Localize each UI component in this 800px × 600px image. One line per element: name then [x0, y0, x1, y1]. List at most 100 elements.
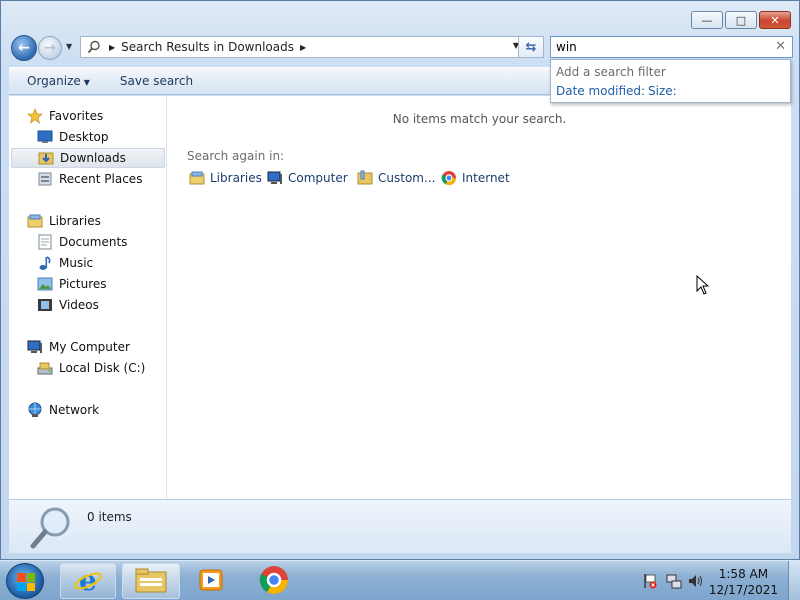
- action-center-flag-icon[interactable]: [642, 573, 658, 592]
- nav-label: Recent Places: [59, 172, 143, 186]
- search-again-custom[interactable]: Custom...: [357, 170, 435, 186]
- arrow-left-icon: ←: [18, 40, 30, 56]
- libraries-icon: [189, 170, 205, 186]
- nav-label: Documents: [59, 235, 128, 249]
- search-input[interactable]: win ✕: [550, 36, 793, 58]
- svg-text:e: e: [79, 565, 97, 595]
- chrome-icon: [259, 565, 289, 598]
- nav-label: Music: [59, 256, 94, 270]
- nav-recent-places[interactable]: Recent Places: [37, 169, 142, 189]
- show-desktop-button[interactable]: [788, 561, 800, 600]
- search-again-label: Search again in:: [187, 149, 285, 163]
- pictures-icon: [37, 276, 53, 292]
- windows-logo-icon: [17, 573, 35, 591]
- arrow-right-icon: →: [44, 40, 56, 56]
- navigation-pane[interactable]: Favorites Desktop Downloads Recent Place…: [9, 96, 167, 499]
- taskbar: e 1:58 AM 12/17/2021: [0, 560, 800, 600]
- nav-label: Network: [49, 403, 100, 417]
- filter-date-modified[interactable]: Date modified:: [556, 84, 645, 98]
- minimize-button[interactable]: —: [691, 11, 723, 29]
- address-bar[interactable]: ▶ Search Results in Downloads ▶ ▼: [80, 36, 524, 58]
- nav-label: My Computer: [49, 340, 130, 354]
- organize-button[interactable]: Organize ▼: [9, 74, 100, 88]
- save-search-button[interactable]: Save search: [100, 74, 203, 88]
- forward-button[interactable]: →: [38, 36, 62, 60]
- nav-music[interactable]: Music: [37, 253, 93, 273]
- nav-local-disk[interactable]: Local Disk (C:): [37, 358, 145, 378]
- search-filter-dropdown: Add a search filter Date modified: Size:: [550, 59, 791, 103]
- explorer-window: — □ ✕ ← → ▼ ▶ Search Results in Download…: [0, 0, 800, 560]
- star-icon: [27, 108, 43, 124]
- start-button[interactable]: [6, 563, 44, 599]
- nav-favorites[interactable]: Favorites: [27, 106, 103, 126]
- libraries-icon: [27, 213, 43, 229]
- address-row: ← → ▼ ▶ Search Results in Downloads ▶ ▼ …: [9, 34, 793, 61]
- network-status-icon[interactable]: [666, 573, 682, 592]
- clock[interactable]: 1:58 AM 12/17/2021: [709, 566, 778, 598]
- search-again-libraries[interactable]: Libraries: [189, 170, 262, 186]
- search-again-label-libraries: Libraries: [210, 171, 262, 185]
- volume-icon[interactable]: [688, 573, 704, 592]
- recent-places-icon: [37, 171, 53, 187]
- back-button[interactable]: ←: [11, 35, 37, 61]
- network-icon: [27, 402, 43, 418]
- search-again-label-computer: Computer: [288, 171, 348, 185]
- breadcrumb-chevron-icon[interactable]: ▶: [109, 43, 115, 52]
- organize-label: Organize: [27, 74, 81, 88]
- mouse-cursor-icon: [696, 274, 710, 298]
- save-search-label: Save search: [119, 74, 194, 88]
- recent-pages-dropdown[interactable]: ▼: [66, 42, 72, 51]
- folder-icon: [134, 566, 168, 597]
- nav-videos[interactable]: Videos: [37, 295, 99, 315]
- close-button[interactable]: ✕: [759, 11, 791, 29]
- nav-label: Local Disk (C:): [59, 361, 146, 375]
- media-player-icon: [198, 567, 224, 596]
- custom-folder-icon: [357, 170, 373, 186]
- item-count: 0 items: [87, 510, 132, 524]
- computer-icon: [27, 339, 43, 355]
- music-note-icon: [37, 255, 53, 271]
- desktop-icon: [37, 129, 53, 145]
- document-icon: [37, 234, 53, 250]
- taskbar-internet-explorer[interactable]: e: [60, 563, 116, 599]
- nav-my-computer[interactable]: My Computer: [27, 337, 130, 357]
- magnifier-icon: [27, 504, 75, 553]
- search-filter-header: Add a search filter: [556, 65, 666, 79]
- nav-label: Downloads: [60, 151, 126, 165]
- nav-label: Pictures: [59, 277, 107, 291]
- chrome-icon: [441, 170, 457, 186]
- nav-downloads[interactable]: Downloads: [11, 148, 165, 168]
- refresh-button[interactable]: ⇆: [518, 36, 544, 58]
- computer-icon: [267, 170, 283, 186]
- nav-label: Desktop: [59, 130, 109, 144]
- empty-results-message: No items match your search.: [392, 112, 567, 126]
- search-again-label-custom: Custom...: [378, 171, 436, 185]
- nav-network[interactable]: Network: [27, 400, 99, 420]
- breadcrumb-chevron-icon[interactable]: ▶: [300, 43, 306, 52]
- filter-size[interactable]: Size:: [648, 84, 677, 98]
- film-icon: [37, 297, 53, 313]
- close-icon[interactable]: ✕: [775, 39, 786, 54]
- clock-time: 1:58 AM: [718, 567, 769, 581]
- nav-documents[interactable]: Documents: [37, 232, 127, 252]
- taskbar-chrome[interactable]: [246, 563, 302, 599]
- maximize-button[interactable]: □: [725, 11, 757, 29]
- search-again-internet[interactable]: Internet: [441, 170, 510, 186]
- internet-explorer-icon: e: [73, 564, 103, 598]
- nav-label: Videos: [59, 298, 99, 312]
- nav-desktop[interactable]: Desktop: [37, 127, 109, 147]
- nav-label: Libraries: [49, 214, 101, 228]
- system-tray: 1:58 AM 12/17/2021: [630, 561, 800, 600]
- nav-libraries[interactable]: Libraries: [27, 211, 101, 231]
- taskbar-windows-explorer[interactable]: [122, 563, 180, 599]
- search-icon: [85, 38, 103, 56]
- details-pane: 0 items: [9, 499, 791, 553]
- nav-pictures[interactable]: Pictures: [37, 274, 107, 294]
- refresh-icon: ⇆: [525, 39, 537, 55]
- breadcrumb[interactable]: Search Results in Downloads: [121, 40, 294, 54]
- clock-date: 12/17/2021: [708, 583, 778, 597]
- taskbar-media-player[interactable]: [183, 563, 239, 599]
- search-again-computer[interactable]: Computer: [267, 170, 348, 186]
- search-input-value[interactable]: win: [556, 40, 577, 54]
- nav-label: Favorites: [49, 109, 104, 123]
